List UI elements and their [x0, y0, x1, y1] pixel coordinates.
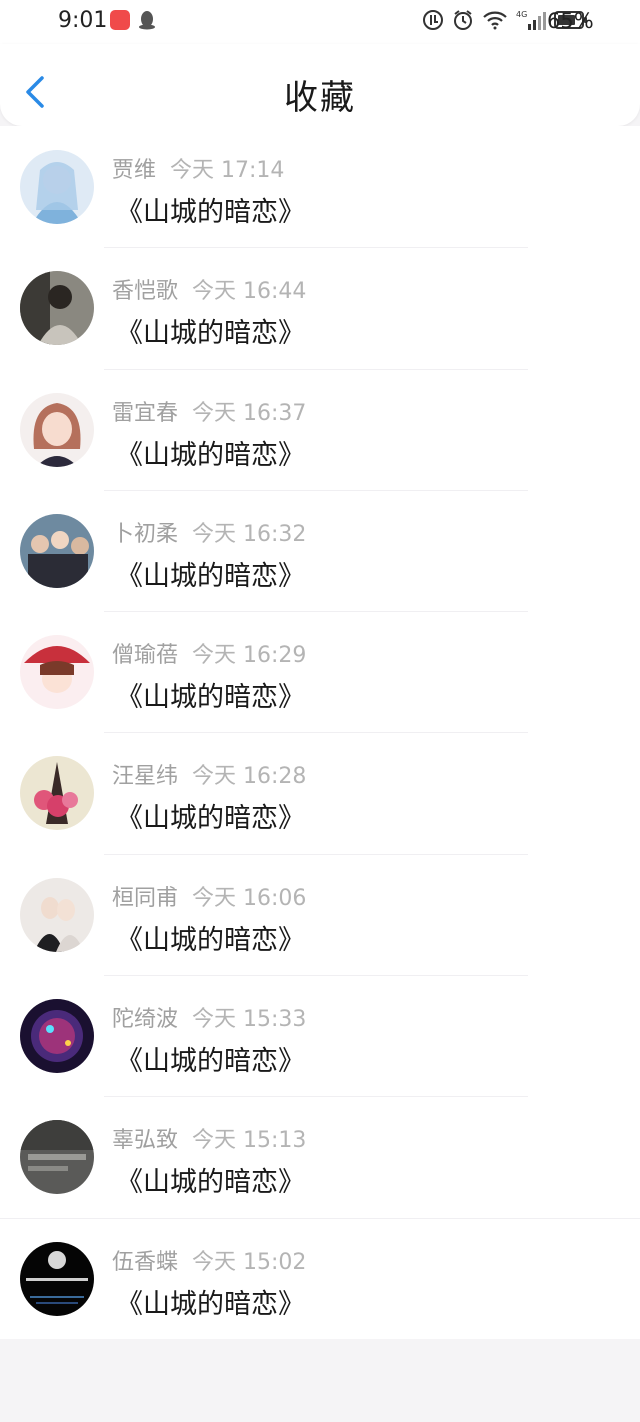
item-time: 今天 15:02: [192, 1249, 307, 1275]
item-content: 《山城的暗恋》: [116, 439, 305, 471]
item-content: 《山城的暗恋》: [116, 560, 305, 592]
item-time: 今天 16:28: [192, 764, 307, 790]
status-bar: 9:01 4G 65%: [0, 0, 640, 44]
list-item[interactable]: 香恺歌 今天 16:44 《山城的暗恋》: [0, 247, 640, 368]
item-meta: 雷宜春 今天 16:37: [112, 395, 306, 427]
item-time: 今天 17:14: [170, 158, 285, 183]
item-meta: 香恺歌 今天 16:44: [112, 273, 306, 305]
list-item[interactable]: 汪星纬 今天 16:28 《山城的暗恋》: [0, 732, 640, 853]
wifi-icon: [482, 10, 508, 30]
sender-name: 辜弘致: [112, 1128, 179, 1154]
sender-name: 陀绮波: [112, 1007, 179, 1033]
sender-name: 桓同甫: [112, 885, 179, 911]
list-item[interactable]: 卜初柔 今天 16:32 《山城的暗恋》: [0, 489, 640, 611]
avatar: [20, 392, 94, 467]
network-type: 4G: [516, 10, 527, 19]
sender-name: 卜初柔: [112, 521, 179, 547]
item-meta: 桓同甫 今天 16:06: [112, 880, 306, 912]
list-item[interactable]: 雷宜春 今天 16:37 《山城的暗恋》: [0, 368, 640, 490]
nav-header: 收藏: [0, 44, 640, 126]
item-content: 《山城的暗恋》: [116, 803, 305, 835]
item-content: 《山城的暗恋》: [116, 682, 305, 714]
avatar: [20, 756, 94, 831]
item-meta: 伍香蝶 今天 15:02: [112, 1244, 306, 1276]
avatar: [20, 513, 94, 588]
item-time: 今天 16:29: [192, 643, 307, 669]
item-time: 今天 16:44: [192, 279, 307, 305]
item-meta: 僧瑜蓓 今天 16:29: [112, 637, 306, 669]
list-item[interactable]: 陀绮波 今天 15:33 《山城的暗恋》: [0, 975, 640, 1096]
list-item[interactable]: 辜弘致 今天 15:13 《山城的暗恋》: [0, 1096, 640, 1217]
item-content: 《山城的暗恋》: [116, 1046, 305, 1078]
sim-icon: [422, 9, 444, 31]
list-item[interactable]: 贾维 今天 17:14 《山城的暗恋》: [0, 126, 640, 247]
sender-name: 汪星纬: [112, 764, 179, 790]
avatar: [20, 1120, 94, 1195]
item-time: 今天 15:33: [192, 1007, 307, 1033]
avatar: [20, 999, 94, 1074]
item-content: 《山城的暗恋》: [116, 197, 305, 228]
item-content: 《山城的暗恋》: [116, 1167, 305, 1199]
item-meta: 陀绮波 今天 15:33: [112, 1001, 306, 1033]
item-time: 今天 16:37: [192, 400, 307, 426]
sender-name: 伍香蝶: [112, 1249, 179, 1275]
item-meta: 卜初柔 今天 16:32: [112, 516, 306, 548]
item-content: 《山城的暗恋》: [116, 318, 305, 350]
avatar: [20, 1241, 94, 1316]
item-meta: 辜弘致 今天 15:13: [112, 1122, 306, 1154]
item-meta: 汪星纬 今天 16:28: [112, 758, 306, 790]
avatar: [20, 150, 94, 224]
page-title: 收藏: [284, 78, 356, 118]
item-time: 今天 16:32: [192, 521, 307, 547]
item-content: 《山城的暗恋》: [116, 1288, 305, 1320]
item-content: 《山城的暗恋》: [116, 924, 305, 956]
avatar: [20, 271, 94, 346]
signal-icon: 4G: [516, 9, 546, 31]
battery-percent: 65%: [547, 9, 594, 33]
list-item[interactable]: 伍香蝶 今天 15:02 《山城的暗恋》: [0, 1217, 640, 1339]
list-item[interactable]: 桓同甫 今天 16:06 《山城的暗恋》: [0, 853, 640, 975]
sender-name: 香恺歌: [112, 279, 179, 305]
sender-name: 僧瑜蓓: [112, 643, 179, 669]
item-time: 今天 15:13: [192, 1128, 307, 1154]
avatar: [20, 877, 94, 952]
sender-name: 雷宜春: [112, 400, 179, 426]
item-time: 今天 16:06: [192, 885, 307, 911]
favorites-list: 贾维 今天 17:14 《山城的暗恋》 香恺歌 今天 16:44 《山城的暗恋》 雷…: [0, 126, 640, 1339]
alarm-icon: [452, 9, 474, 31]
shopping-app-icon: [110, 10, 130, 30]
sender-name: 贾维: [112, 158, 157, 183]
status-time: 9:01: [58, 8, 108, 33]
item-meta: 贾维 今天 17:14: [112, 152, 284, 184]
qq-penguin-icon: [138, 10, 156, 30]
list-item[interactable]: 僧瑜蓓 今天 16:29 《山城的暗恋》: [0, 611, 640, 732]
avatar: [20, 635, 94, 710]
